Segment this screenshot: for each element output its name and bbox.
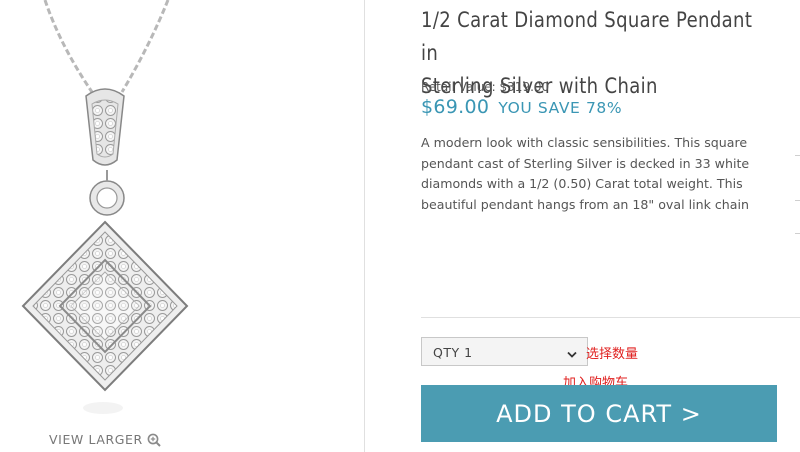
product-image-column: VIEW LARGER <box>0 0 365 452</box>
view-larger-link[interactable]: VIEW LARGER <box>49 432 161 447</box>
sale-price: $69.00 <box>421 96 490 118</box>
magnifier-plus-icon <box>147 433 161 447</box>
product-description: A modern look with classic sensibilities… <box>421 135 750 212</box>
savings-badge: YOU SAVE 78% <box>498 99 623 117</box>
section-divider <box>421 317 800 318</box>
chevron-down-icon <box>567 347 577 362</box>
product-page: VIEW LARGER 1/2 Carat Diamond Square Pen… <box>0 0 800 452</box>
retail-value: Retail Value: $319.00 <box>421 80 550 94</box>
view-larger-label: VIEW LARGER <box>49 432 143 447</box>
price-row: $69.00 YOU SAVE 78% <box>421 96 622 118</box>
add-to-cart-button[interactable]: ADD TO CART > <box>421 385 777 442</box>
annotation-select-quantity: 选择数量 <box>586 347 639 362</box>
column-divider <box>364 0 365 452</box>
quantity-select[interactable]: QTY 1 <box>421 337 588 366</box>
quantity-selected-value: QTY 1 <box>433 345 473 360</box>
pendant-product-image[interactable] <box>0 0 240 430</box>
